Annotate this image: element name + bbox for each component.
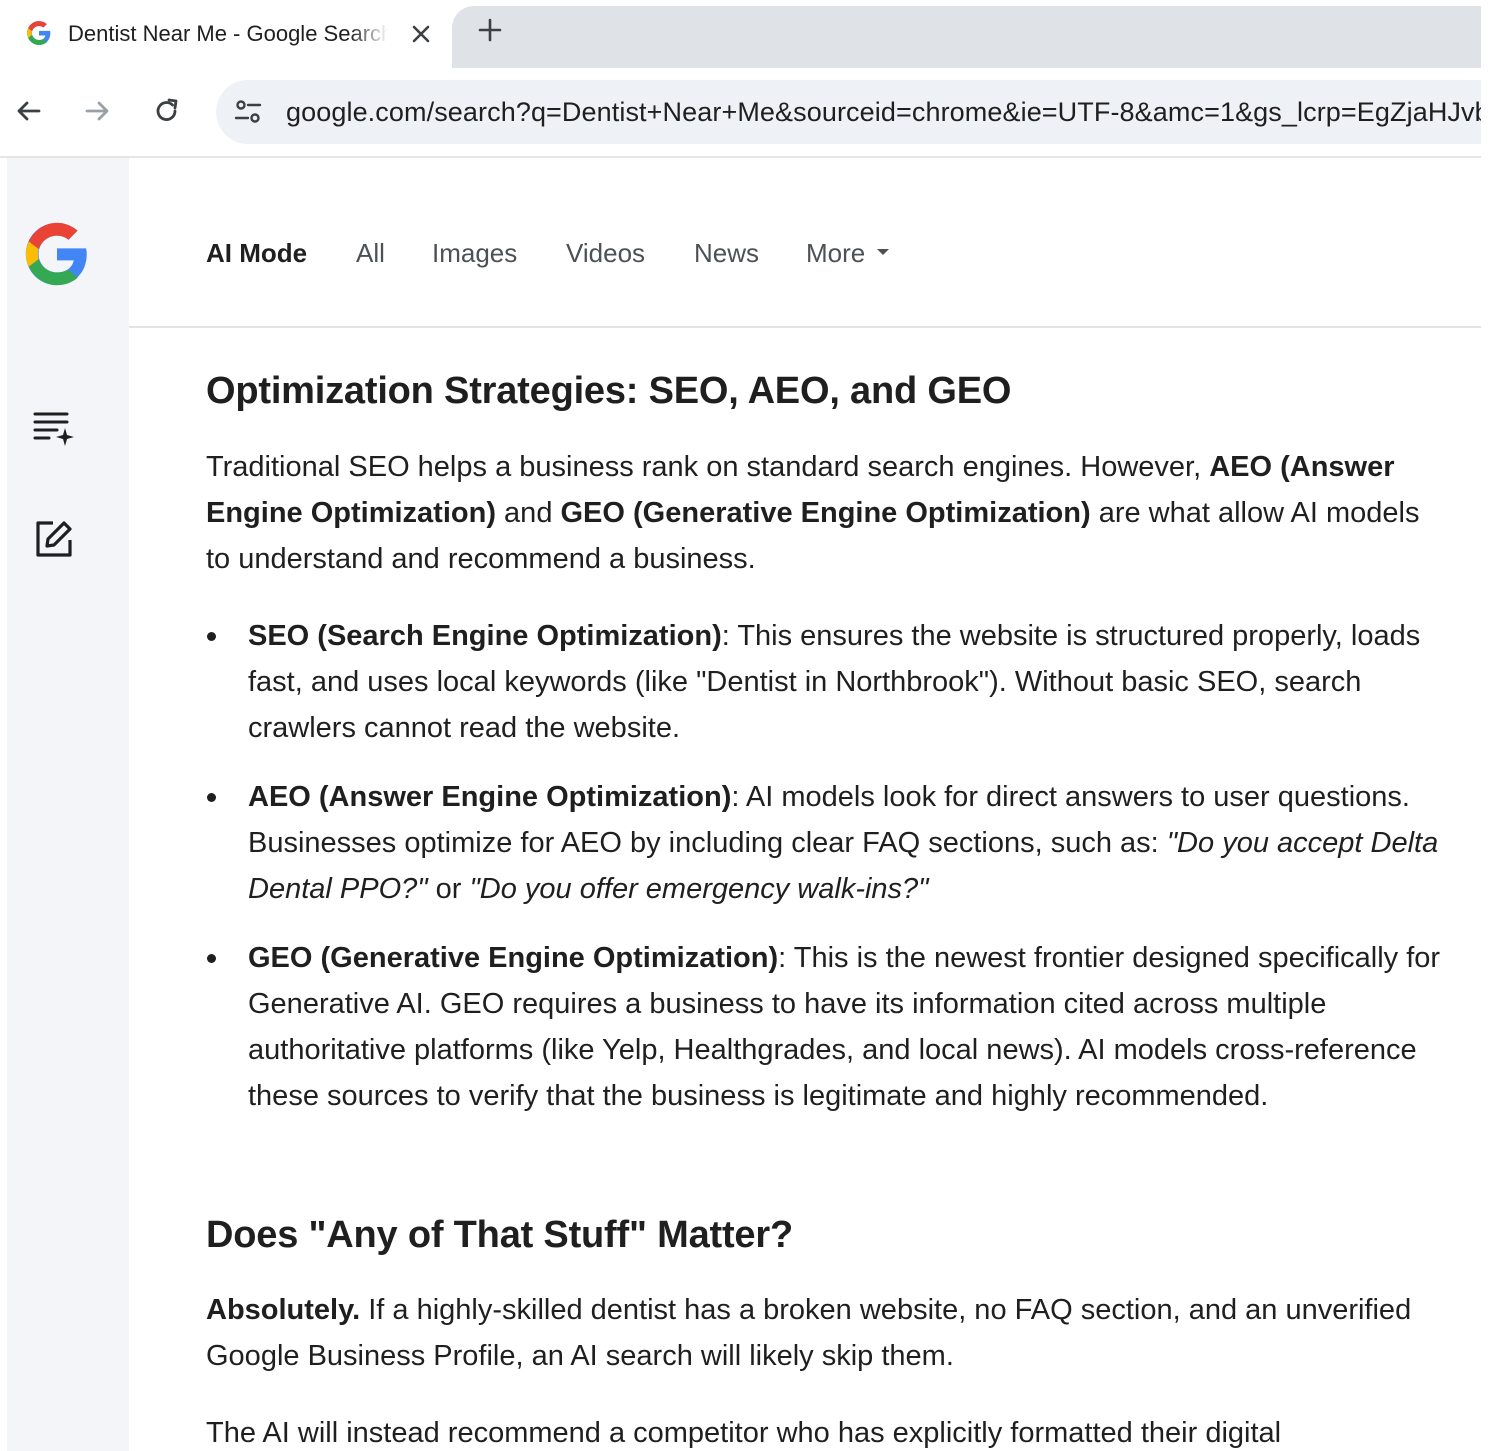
google-logo[interactable] (23, 218, 91, 290)
arrow-right-icon[interactable] (80, 94, 114, 128)
browser-tab-active[interactable]: Dentist Near Me - Google Search (8, 6, 452, 64)
tab-images[interactable]: Images (432, 238, 517, 269)
close-icon[interactable] (406, 19, 436, 49)
search-mode-tabs: AI Mode All Images Videos News More (129, 158, 1481, 328)
bullet-dot (207, 632, 216, 641)
section-heading: Does "Any of That Stuff" Matter? (206, 1214, 793, 1256)
tab-strip-background (452, 6, 1481, 68)
absolutely-paragraph: Absolutely. If a highly-skilled dentist … (206, 1294, 1412, 1372)
tab-ai-mode[interactable]: AI Mode (206, 238, 307, 269)
strategy-list: SEO (Search Engine Optimization): This e… (206, 613, 1451, 1142)
caret-down-icon (877, 249, 890, 256)
arrow-left-icon[interactable] (12, 94, 46, 128)
history-sparkle-icon[interactable] (33, 408, 77, 448)
list-item: SEO (Search Engine Optimization): This e… (206, 613, 1451, 751)
url-text[interactable]: google.com/search?q=Dentist+Near+Me&sour… (286, 97, 1481, 128)
browser-toolbar: google.com/search?q=Dentist+Near+Me&sour… (0, 68, 1481, 158)
new-chat-edit-icon[interactable] (33, 518, 75, 560)
reload-icon[interactable] (150, 94, 184, 128)
tab-news[interactable]: News (694, 238, 759, 269)
intro-paragraph: Traditional SEO helps a business rank on… (206, 451, 1420, 575)
last-paragraph: The AI will instead recommend a competit… (206, 1417, 1282, 1449)
tab-strip: Dentist Near Me - Google Search (0, 0, 1481, 68)
tab-more[interactable]: More (806, 238, 890, 269)
tab-more-label: More (806, 238, 866, 268)
plus-icon[interactable] (474, 14, 506, 46)
bullet-dot (207, 793, 216, 802)
tab-videos[interactable]: Videos (566, 238, 645, 269)
list-item: AEO (Answer Engine Optimization): AI mod… (206, 774, 1451, 912)
google-g-icon (27, 21, 51, 45)
tab-title: Dentist Near Me - Google Search (68, 21, 388, 46)
section-heading: Optimization Strategies: SEO, AEO, and G… (206, 370, 1012, 412)
left-rail (7, 158, 129, 1451)
bullet-dot (207, 954, 216, 963)
list-item: GEO (Generative Engine Optimization): Th… (206, 935, 1451, 1119)
tab-all[interactable]: All (356, 238, 385, 269)
address-bar[interactable]: google.com/search?q=Dentist+Near+Me&sour… (216, 80, 1481, 144)
tune-icon[interactable] (232, 96, 264, 128)
